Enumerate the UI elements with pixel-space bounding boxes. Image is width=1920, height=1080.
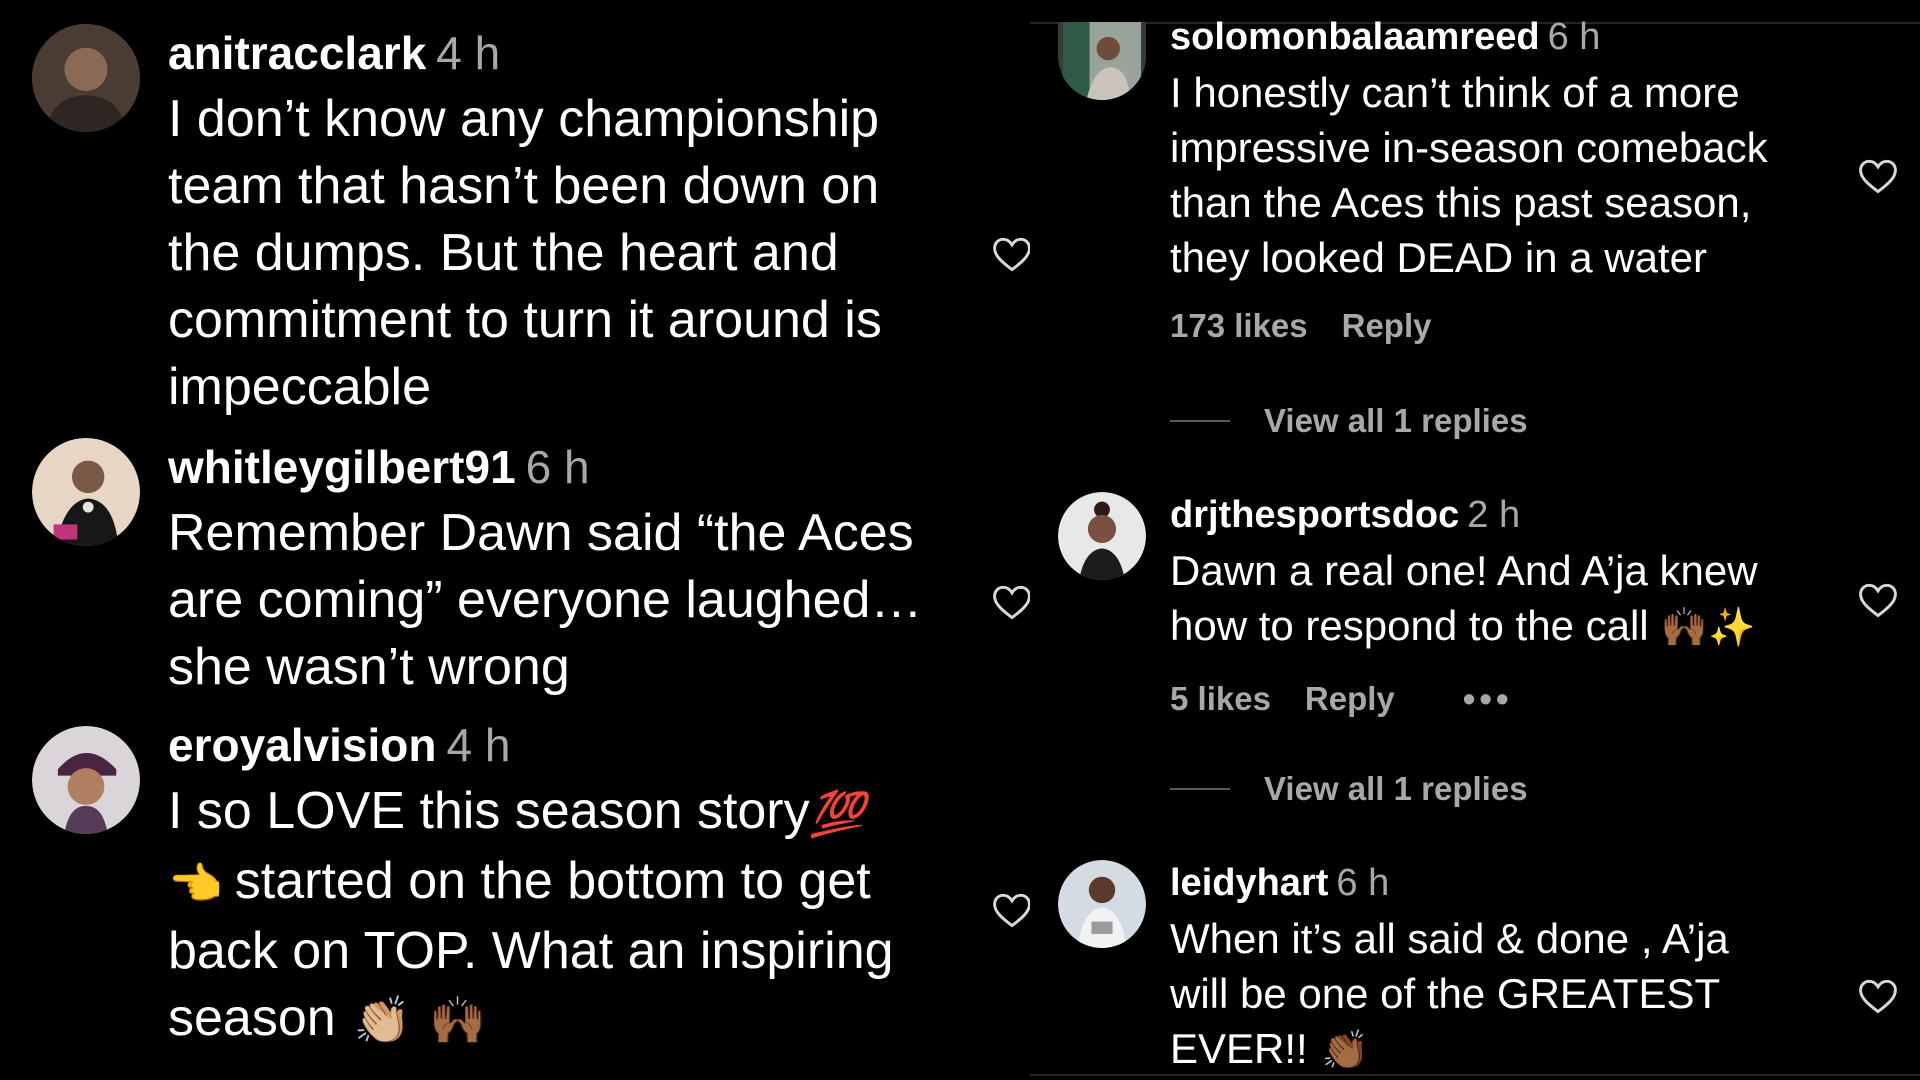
comment-username[interactable]: whitleygilbert91 <box>168 441 516 493</box>
comment-line: I so LOVE this season story💯 <box>168 778 988 848</box>
hundred-points-emoji: 💯 <box>809 789 865 839</box>
comment-line: Dawn a real one! And A’ja knew <box>1170 547 1758 594</box>
more-options-icon[interactable]: ••• <box>1463 678 1513 720</box>
comment-meta: 5 likes Reply ••• <box>1170 678 1870 720</box>
comment-line: the dumps. But the heart and <box>168 224 839 282</box>
pointing-hand-emoji: 👈 <box>168 859 223 909</box>
comment-line: are coming” everyone laughed… <box>168 571 923 629</box>
comment-text: Dawn a real one! And A’ja knew how to re… <box>1170 543 1870 656</box>
comment: anitracclark 4 h I don’t know any champio… <box>168 26 988 421</box>
likes-count[interactable]: 5 likes <box>1170 680 1271 718</box>
comment-time: 6 h <box>525 441 590 493</box>
heart-like-icon[interactable] <box>1856 154 1900 198</box>
comment-username[interactable]: eroyalvision <box>168 719 436 771</box>
comment-line: back on TOP. What an inspiring <box>168 921 894 980</box>
comment-line: EVER!! 👏🏾 <box>1170 1021 1870 1079</box>
comment-time: 2 h <box>1467 494 1521 536</box>
comments-panel-right: solomonbalaamreed 6 h I honestly can’t th… <box>1030 16 1920 1079</box>
comment-username[interactable]: leidyhart <box>1170 862 1328 904</box>
likes-count[interactable]: 173 likes <box>1170 307 1308 345</box>
comment-line: impeccable <box>168 358 432 416</box>
comment-username[interactable]: anitracclark <box>168 27 426 79</box>
avatar[interactable] <box>1058 22 1146 100</box>
comment-line: will be one of the GREATEST <box>1170 970 1721 1017</box>
raised-hands-sparkles-emoji: 🙌🏾✨ <box>1660 607 1756 650</box>
comment-line: commitment to turn it around is <box>168 291 882 349</box>
comment-time: 6 h <box>1336 862 1390 904</box>
view-replies-button[interactable]: View all 1 replies <box>1170 402 1528 440</box>
comment-time: 4 h <box>436 27 501 79</box>
avatar[interactable] <box>1058 492 1146 580</box>
heart-like-icon[interactable] <box>1856 974 1900 1018</box>
heart-like-icon[interactable] <box>990 580 1034 624</box>
comment-time: 6 h <box>1547 16 1601 58</box>
clapping-hands-emoji: 👏🏾 <box>1321 1030 1370 1073</box>
comment-line: When it’s all said & done , A’ja <box>1170 915 1729 962</box>
comment-username[interactable]: solomonbalaamreed <box>1170 16 1540 58</box>
view-replies-label: View all 1 replies <box>1264 770 1528 807</box>
comment-line: 👈 started on the bottom to get <box>168 848 988 918</box>
comment-line: I honestly can’t think of a more <box>1170 69 1740 116</box>
clapping-hands-emoji: 👏🏼 <box>353 994 411 1047</box>
comment-line: I don’t know any championship <box>168 90 880 148</box>
heart-like-icon[interactable] <box>990 888 1034 932</box>
comment-line: she wasn’t wrong <box>168 638 570 696</box>
comment-meta: 173 likes Reply <box>1170 307 1870 345</box>
comment-text: When it’s all said & done , A’ja will be… <box>1170 911 1870 1079</box>
replies-divider <box>1170 420 1230 422</box>
heart-like-icon[interactable] <box>1856 578 1900 622</box>
comment-username[interactable]: drjthesportsdoc <box>1170 494 1459 536</box>
comment: eroyalvision 4 h I so LOVE this season st… <box>168 718 988 1054</box>
comment-text: I so LOVE this season story💯 👈 started on… <box>168 778 988 1054</box>
avatar[interactable] <box>32 726 140 834</box>
comment-time: 4 h <box>446 719 511 771</box>
comment-line: impressive in-season comeback <box>1170 124 1768 171</box>
comment-line: they looked DEAD in a water <box>1170 234 1707 281</box>
avatar[interactable] <box>32 24 140 132</box>
avatar[interactable] <box>32 438 140 546</box>
comment: solomonbalaamreed 6 h I honestly can’t th… <box>1170 16 1870 345</box>
comment-text: Remember Dawn said “the Aces are coming”… <box>168 500 988 701</box>
reply-button[interactable]: Reply <box>1305 680 1395 718</box>
comment-line: team that hasn’t been down on <box>168 157 880 215</box>
comment-line: Remember Dawn said “the Aces <box>168 504 914 562</box>
comments-panel-left: anitracclark 4 h I don’t know any champio… <box>0 0 1031 1080</box>
comment: whitleygilbert91 6 h Remember Dawn said “… <box>168 440 988 701</box>
comment-line: than the Aces this past season, <box>1170 179 1752 226</box>
reply-button[interactable]: Reply <box>1342 307 1432 345</box>
comment: leidyhart 6 h When it’s all said & done ,… <box>1170 862 1870 1079</box>
view-replies-button[interactable]: View all 1 replies <box>1170 770 1528 808</box>
comment-line: season 👏🏼 🙌🏾 <box>168 985 988 1055</box>
heart-like-icon[interactable] <box>990 232 1034 276</box>
replies-divider <box>1170 788 1230 790</box>
view-replies-label: View all 1 replies <box>1264 402 1528 439</box>
comment-line: how to respond to the call 🙌🏾✨ <box>1170 598 1870 656</box>
comment-text: I honestly can’t think of a more impress… <box>1170 65 1870 285</box>
comment-text: I don’t know any championship team that … <box>168 86 988 421</box>
avatar[interactable] <box>1058 860 1146 948</box>
comment: drjthesportsdoc 2 h Dawn a real one! And … <box>1170 494 1870 720</box>
raised-hands-emoji: 🙌🏾 <box>428 994 487 1047</box>
